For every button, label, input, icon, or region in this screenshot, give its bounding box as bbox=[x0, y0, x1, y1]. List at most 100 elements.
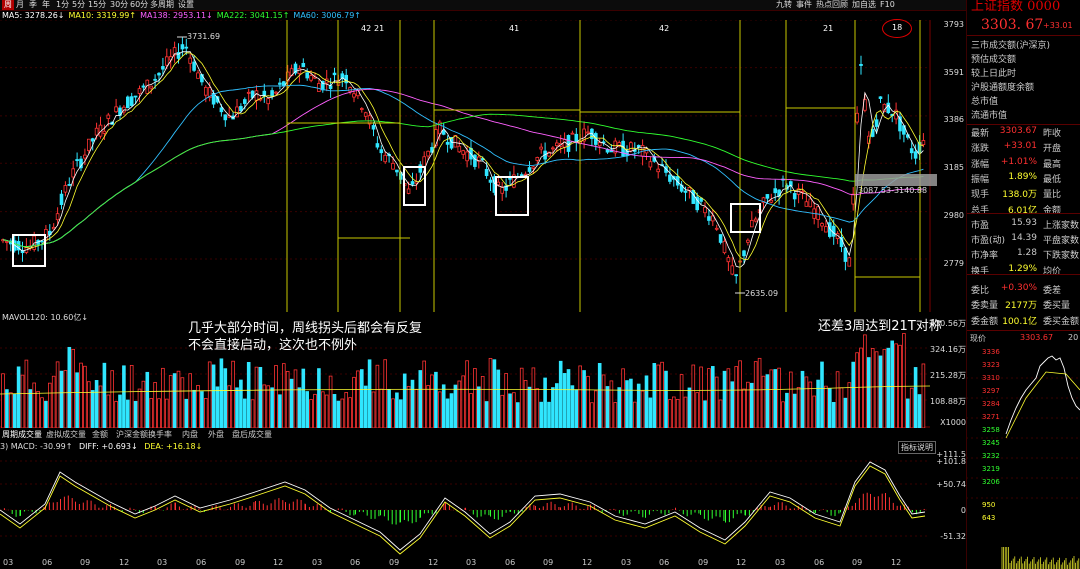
period-tab-8[interactable]: 60分 bbox=[130, 0, 148, 10]
quote-row: 委金额 100.1亿 委买金额 bbox=[971, 314, 1080, 327]
index-change: +33.01 bbox=[1043, 21, 1073, 30]
chart-tool-0[interactable]: 九转 bbox=[776, 0, 792, 10]
volume-bar bbox=[527, 386, 532, 428]
period-tab-5[interactable]: 5分 bbox=[72, 0, 85, 10]
ma-legend-item-4: MA60: 3006.79↑ bbox=[293, 11, 361, 20]
chart-tool-2[interactable]: 热点回顾 bbox=[816, 0, 848, 10]
volume-bar bbox=[63, 370, 68, 428]
macd-histogram-bar bbox=[587, 506, 589, 510]
macd-histogram-bar bbox=[48, 502, 50, 510]
volume-bar bbox=[387, 389, 391, 428]
macd-histogram-bar bbox=[3, 508, 5, 510]
volume-bar bbox=[231, 360, 235, 428]
quote-row: 现手 138.0万 量比 bbox=[971, 187, 1080, 200]
candle-body bbox=[161, 66, 165, 70]
quote-row: 市盈 15.93 上涨家数 bbox=[971, 218, 1080, 231]
macd-histogram-bar bbox=[830, 510, 832, 516]
time-tick: 09 bbox=[389, 558, 400, 567]
indicator-tab-1[interactable]: 虚拟成交量 bbox=[46, 430, 86, 440]
quote-menu-item-2[interactable]: 较上日此时 bbox=[971, 66, 1016, 79]
quote-menu-item-3[interactable]: 沪股通额度余额 bbox=[971, 80, 1034, 93]
period-tab-2[interactable]: 季 bbox=[29, 0, 37, 10]
volume-bar bbox=[20, 374, 25, 428]
macd-histogram-bar bbox=[768, 507, 770, 510]
volume-bar bbox=[126, 399, 130, 428]
candle-body bbox=[878, 96, 883, 99]
time-tick: 12 bbox=[428, 558, 439, 567]
quote-menu-item-4[interactable]: 总市值 bbox=[971, 94, 998, 107]
macd-histogram-bar bbox=[211, 506, 213, 510]
quote-menu-item-1[interactable]: 预估成交额 bbox=[971, 52, 1016, 65]
volume-bar bbox=[874, 351, 879, 428]
macd-histogram-bar bbox=[579, 508, 581, 510]
quote-key: 振幅 bbox=[971, 175, 990, 185]
macd-histogram-bar bbox=[129, 507, 131, 510]
candle-body bbox=[87, 138, 91, 151]
volume-bar bbox=[668, 399, 672, 428]
macd-histogram-bar bbox=[355, 510, 356, 515]
macd-histogram-bar bbox=[900, 505, 901, 510]
indicator-tab-0[interactable]: 周期成交量 bbox=[2, 430, 42, 440]
period-tab-9[interactable]: 多周期 bbox=[150, 0, 174, 10]
period-tab-6[interactable]: 15分 bbox=[88, 0, 106, 10]
indicator-tab-4[interactable]: 换手率 bbox=[148, 430, 172, 440]
volume-bar bbox=[648, 397, 653, 428]
volume-bar bbox=[656, 364, 660, 428]
quote-key: 涨跌 bbox=[971, 144, 990, 154]
period-tab-1[interactable]: 月 bbox=[16, 0, 24, 10]
macd-histogram-bar bbox=[7, 509, 9, 511]
period-tab-3[interactable]: 年 bbox=[42, 0, 50, 10]
macd-diff: DIFF: +0.693↓ bbox=[79, 442, 138, 451]
candle-body bbox=[410, 181, 415, 185]
volume-bar bbox=[547, 401, 551, 428]
chart-tool-3[interactable]: 加自选 bbox=[852, 0, 876, 10]
indicator-tab-5[interactable]: 内盘 bbox=[182, 430, 198, 440]
quote-menu-item-0[interactable]: 三市成交额(沪深京) bbox=[971, 38, 1050, 51]
macd-histogram-bar bbox=[288, 503, 290, 510]
volume-bar bbox=[738, 360, 742, 428]
time-tick: 12 bbox=[891, 558, 902, 567]
macd-histogram-bar bbox=[135, 510, 136, 511]
volume-bar bbox=[730, 381, 735, 428]
macd-histogram-bar bbox=[11, 510, 13, 514]
macd-histogram-bar bbox=[86, 500, 88, 510]
indicator-tab-2[interactable]: 金额 bbox=[92, 430, 108, 440]
period-tab-7[interactable]: 30分 bbox=[110, 0, 128, 10]
indicator-tab-6[interactable]: 外盘 bbox=[208, 430, 224, 440]
macd-histogram-bar bbox=[349, 510, 351, 516]
macd-axis: +111.5 +101.8 +50.74 0 -51.32 bbox=[930, 450, 966, 556]
macd-tick: -51.32 bbox=[940, 532, 966, 541]
macd-histogram-bar bbox=[337, 508, 339, 510]
kline-chart[interactable] bbox=[0, 20, 966, 312]
volume-bar bbox=[336, 400, 341, 428]
chart-tool-4[interactable]: F10 bbox=[880, 0, 895, 10]
volume-bar bbox=[890, 340, 894, 428]
indicator-tab-7[interactable]: 盘后成交量 bbox=[232, 430, 272, 440]
chart-tool-1[interactable]: 事件 bbox=[796, 0, 812, 10]
period-tab-10[interactable]: 设置 bbox=[178, 0, 194, 10]
quote-key-2: 委买金额 bbox=[1043, 317, 1080, 327]
macd-histogram-bar bbox=[501, 510, 503, 517]
macd-histogram-bar bbox=[266, 505, 268, 510]
volume-bar bbox=[122, 365, 126, 428]
low-price-label: 2635.09 bbox=[745, 289, 779, 298]
macd-histogram-bar bbox=[476, 510, 478, 518]
macd-histogram-bar bbox=[23, 510, 25, 512]
quote-value: +33.01 bbox=[1003, 141, 1037, 151]
macd-histogram-bar bbox=[110, 504, 111, 510]
period-tab-4[interactable]: 1分 bbox=[56, 0, 69, 10]
candle-body bbox=[188, 57, 193, 64]
period-tab-0[interactable]: 周 bbox=[2, 0, 14, 10]
macd-histogram-bar bbox=[840, 510, 841, 513]
indicator-tab-3[interactable]: 沪深金额 bbox=[116, 430, 148, 440]
volume-bar bbox=[859, 347, 863, 428]
volume-bar bbox=[672, 396, 676, 428]
volume-chart[interactable] bbox=[0, 322, 930, 428]
intraday-tick: 950 bbox=[982, 501, 996, 509]
quote-row: 最新 3303.67 昨收 bbox=[971, 126, 1080, 139]
quote-menu-item-5[interactable]: 流通市值 bbox=[971, 108, 1007, 121]
volume-bar bbox=[51, 375, 56, 428]
volume-bar bbox=[44, 400, 48, 428]
macd-chart[interactable] bbox=[0, 452, 930, 556]
volume-bar bbox=[531, 367, 536, 428]
